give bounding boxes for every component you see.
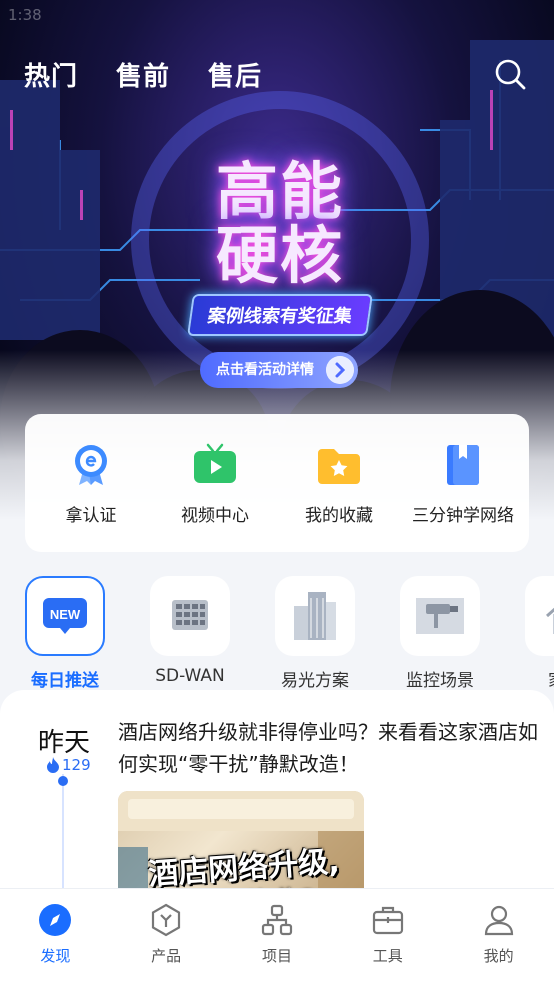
nav-label: 我的 <box>483 947 514 965</box>
product-hexagon-icon <box>152 903 181 937</box>
category-label: SD-WAN <box>155 666 225 686</box>
hot-count-value: 129 <box>62 756 91 774</box>
quick-action-learn-network[interactable]: 三分钟学网络 <box>404 441 522 526</box>
video-play-icon <box>194 443 236 483</box>
nav-profile[interactable]: 我的 <box>459 903 539 984</box>
banner-subtitle: 案例线索有奖征集 <box>187 294 373 336</box>
feed-card: 昨天 129 酒店网络升级就非得停业吗？来看看这家酒店如何实现“零干扰”静默改造… <box>0 690 554 900</box>
quick-actions-card: 拿认证 视频中心 我的收藏 三分钟学网络 <box>25 414 529 552</box>
certificate-icon <box>75 444 107 485</box>
category-daily-push[interactable]: NEW 每日推送 <box>15 576 115 688</box>
star-folder-icon <box>318 448 360 484</box>
hot-count: 129 <box>46 756 91 774</box>
category-label: 易光方案 <box>281 671 349 688</box>
bottom-nav: 发现 产品 项目 工具 我的 <box>0 888 554 984</box>
house-icon <box>546 607 554 634</box>
quick-action-label: 我的收藏 <box>305 505 373 526</box>
category-tile <box>525 576 554 656</box>
nav-tools[interactable]: 工具 <box>348 903 428 984</box>
category-sd-wan[interactable]: SD-WAN <box>140 576 240 686</box>
timeline-dot <box>58 776 68 786</box>
banner-cta-button[interactable]: 点击看活动详情 <box>200 352 358 388</box>
category-home[interactable]: 家居 <box>515 576 554 688</box>
tab-aftersales[interactable]: 售后 <box>208 56 262 93</box>
nav-label: 发现 <box>40 947 71 965</box>
article-title[interactable]: 酒店网络升级就非得停业吗？来看看这家酒店如何实现“零干扰”静默改造！ <box>118 716 538 780</box>
hierarchy-icon <box>261 904 293 936</box>
quick-action-favorites[interactable]: 我的收藏 <box>280 441 398 526</box>
tab-presales[interactable]: 售前 <box>116 56 170 93</box>
svg-text:NEW: NEW <box>50 607 81 622</box>
category-tile <box>275 576 355 656</box>
user-icon <box>484 905 513 936</box>
banner-title-line1: 高能 <box>215 155 344 228</box>
category-row[interactable]: NEW 每日推送 SD-WAN 易光方案 监控场景 <box>0 576 554 688</box>
switch-panel-icon <box>172 600 208 630</box>
timeline-line <box>62 774 64 900</box>
quick-action-label: 视频中心 <box>181 505 249 526</box>
category-surveillance[interactable]: 监控场景 <box>390 576 490 688</box>
category-tile <box>150 576 230 656</box>
category-label: 每日推送 <box>31 671 99 688</box>
feed-date: 昨天 <box>38 728 91 758</box>
nav-projects[interactable]: 项目 <box>237 903 317 984</box>
quick-action-label: 拿认证 <box>65 505 117 526</box>
book-icon <box>447 444 479 485</box>
nav-label: 产品 <box>151 947 182 965</box>
banner-cta-label: 点击看活动详情 <box>216 362 314 378</box>
article-thumbnail[interactable]: 酒店网络升级, 非得停业? <box>118 791 364 900</box>
tab-hot[interactable]: 热门 <box>24 56 78 93</box>
top-tabs: 热门 售前 售后 <box>24 56 262 93</box>
banner-title-line2: 硬核 <box>215 219 344 292</box>
nav-label: 项目 <box>261 947 292 965</box>
status-time: 1:38 <box>8 6 42 24</box>
compass-icon <box>39 904 72 936</box>
fire-icon <box>47 757 59 773</box>
chevron-right-icon <box>326 356 354 384</box>
category-tile: NEW <box>25 576 105 656</box>
nav-products[interactable]: 产品 <box>126 903 206 984</box>
category-optical[interactable]: 易光方案 <box>265 576 365 688</box>
building-icon <box>294 592 336 640</box>
nav-label: 工具 <box>372 947 403 965</box>
quick-action-video[interactable]: 视频中心 <box>156 441 274 526</box>
camera-icon <box>416 598 464 634</box>
nav-discover[interactable]: 发现 <box>15 903 95 984</box>
quick-action-certificate[interactable]: 拿认证 <box>32 441 150 526</box>
search-icon[interactable] <box>494 58 526 90</box>
toolbox-icon <box>372 906 403 935</box>
new-badge-icon: NEW <box>43 598 87 634</box>
category-label: 家居 <box>548 666 554 688</box>
banner-title: 高能 硬核 案例线索有奖征集 <box>150 160 410 336</box>
quick-action-label: 三分钟学网络 <box>412 505 514 526</box>
category-label: 监控场景 <box>406 671 474 688</box>
category-tile <box>400 576 480 656</box>
